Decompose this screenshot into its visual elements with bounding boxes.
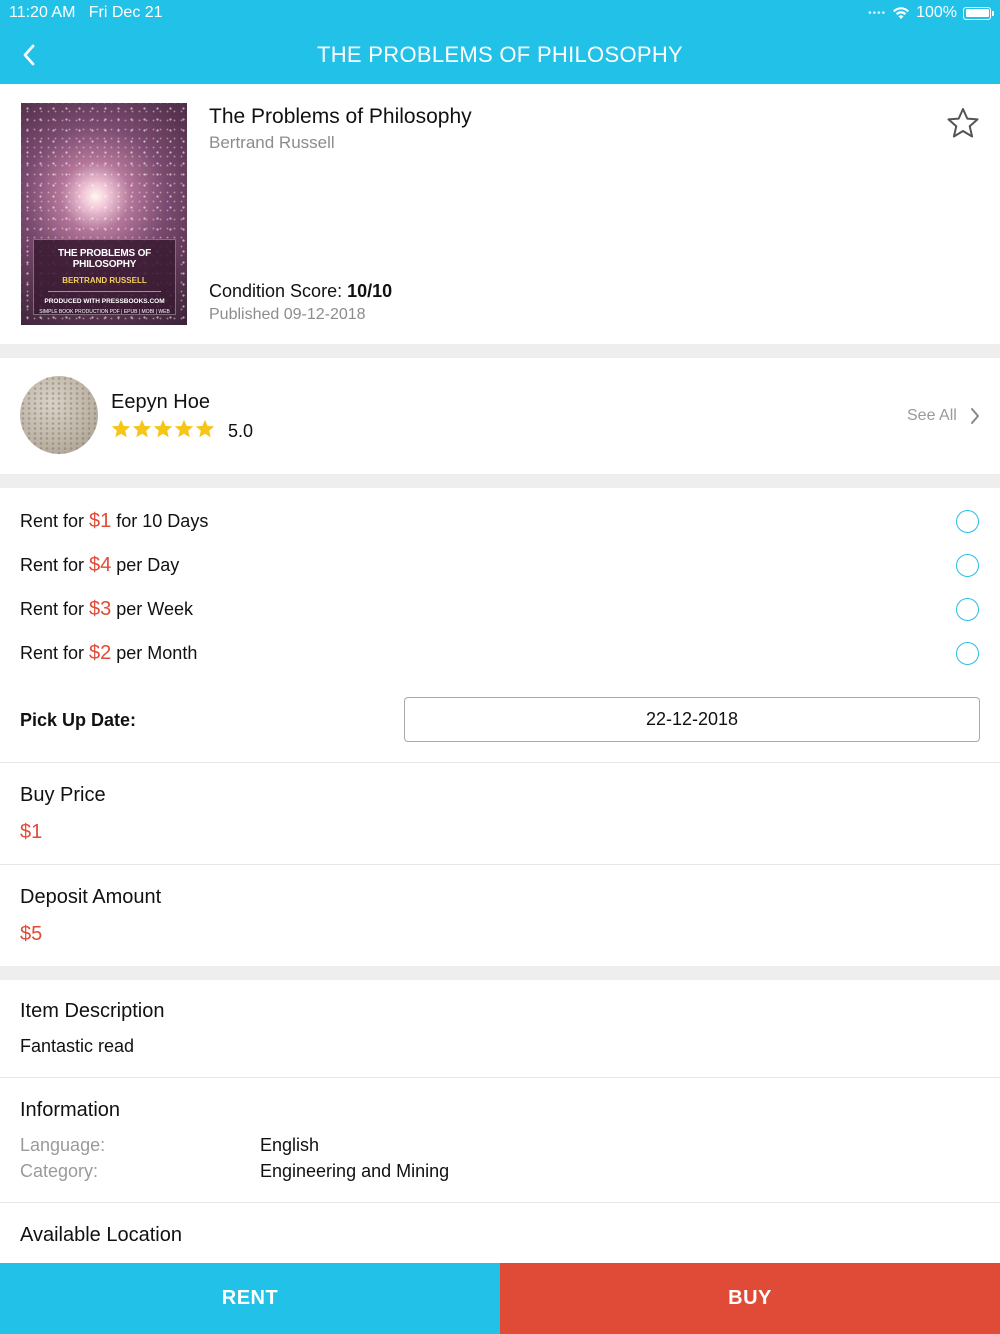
rent-suffix: per Month xyxy=(111,643,198,663)
rating-stars xyxy=(111,419,215,439)
status-time: 11:20 AM Fri Dec 21 xyxy=(9,4,163,22)
star-filled-icon xyxy=(153,419,173,438)
location-label: Available Location xyxy=(20,1224,182,1246)
pickup-date-field[interactable]: 22-12-2018 xyxy=(404,697,980,742)
pickup-date-label: Pick Up Date: xyxy=(20,710,137,730)
rent-price: $4 xyxy=(89,554,112,576)
category-label: Category: xyxy=(20,1161,99,1181)
rent-suffix: for 10 Days xyxy=(111,511,209,531)
cover-produced: PRODUCED WITH PRESSBOOKS.COM xyxy=(44,298,165,305)
rent-option-per-week[interactable]: Rent for $3 per Week xyxy=(0,588,1000,632)
rent-option-per-month[interactable]: Rent for $2 per Month xyxy=(0,632,1000,676)
condition-score: Condition Score: 10/10 xyxy=(209,281,392,302)
battery-icon xyxy=(963,6,994,20)
battery-fill xyxy=(965,9,989,17)
divider xyxy=(0,864,1000,865)
status-clock: 11:20 AM xyxy=(9,4,76,21)
radio-button[interactable] xyxy=(956,598,979,621)
buy-button[interactable]: BUY xyxy=(500,1263,1000,1334)
favorite-button[interactable] xyxy=(946,107,980,139)
cover-plate: THE PROBLEMS OF PHILOSOPHY BERTRAND RUSS… xyxy=(33,239,176,315)
section-gap xyxy=(0,344,1000,358)
buy-price-label: Buy Price xyxy=(20,784,106,806)
published-date: Published 09-12-2018 xyxy=(209,306,366,323)
star-filled-icon xyxy=(111,419,131,438)
action-bar: RENT BUY xyxy=(0,1263,1000,1334)
rent-prefix: Rent for xyxy=(20,511,90,531)
description-text: Fantastic read xyxy=(20,1036,135,1056)
star-filled-icon xyxy=(132,419,152,438)
rent-prefix: Rent for xyxy=(20,643,90,663)
condition-label: Condition Score: xyxy=(209,281,343,301)
star-filled-icon xyxy=(195,419,215,438)
star-filled-icon xyxy=(174,419,194,438)
radio-button[interactable] xyxy=(956,642,979,665)
rent-button[interactable]: RENT xyxy=(0,1263,500,1334)
star-outline-icon xyxy=(947,108,979,138)
cover-title: THE PROBLEMS OF PHILOSOPHY xyxy=(57,248,152,270)
rent-option-label: Rent for $2 per Month xyxy=(20,642,197,665)
deposit-value: $5 xyxy=(20,923,43,945)
language-label: Language: xyxy=(20,1135,106,1155)
cover-author: BERTRAND RUSSELL xyxy=(62,276,147,285)
section-gap xyxy=(0,474,1000,488)
rent-price: $1 xyxy=(89,510,112,532)
information-label: Information xyxy=(20,1099,121,1121)
rent-price: $2 xyxy=(89,642,112,664)
buy-price-value: $1 xyxy=(20,821,43,843)
rent-suffix: per Day xyxy=(111,555,180,575)
battery-percent: 100% xyxy=(916,4,957,21)
rent-option-label: Rent for $3 per Week xyxy=(20,598,193,621)
divider xyxy=(0,1202,1000,1203)
page-title: THE PROBLEMS OF PHILOSOPHY xyxy=(317,42,683,67)
deposit-label: Deposit Amount xyxy=(20,886,162,908)
rent-suffix: per Week xyxy=(111,599,193,619)
book-title: The Problems of Philosophy xyxy=(209,105,472,128)
status-bar: 11:20 AM Fri Dec 21 •••• 100% xyxy=(0,0,1000,26)
cover-divider xyxy=(48,291,161,292)
book-author: Bertrand Russell xyxy=(209,133,335,152)
condition-value: 10/10 xyxy=(347,281,393,301)
section-gap xyxy=(0,966,1000,980)
language-value: English xyxy=(260,1135,320,1155)
rent-option-label: Rent for $1 for 10 Days xyxy=(20,510,208,533)
signal-dots-icon: •••• xyxy=(868,7,887,19)
see-all-link[interactable]: See All xyxy=(907,407,957,425)
book-cover[interactable]: THE PROBLEMS OF PHILOSOPHY BERTRAND RUSS… xyxy=(21,103,187,325)
wifi-icon xyxy=(893,7,910,19)
category-value: Engineering and Mining xyxy=(260,1161,450,1181)
rating-value: 5.0 xyxy=(228,421,254,441)
status-date: Fri Dec 21 xyxy=(88,4,163,21)
description-label: Item Description xyxy=(20,1000,165,1022)
cover-formats: SIMPLE BOOK PRODUCTION PDF | EPUB | MOBI… xyxy=(39,309,170,315)
chevron-right-icon[interactable] xyxy=(968,406,982,426)
book-header: THE PROBLEMS OF PHILOSOPHY BERTRAND RUSS… xyxy=(0,84,1000,344)
radio-button[interactable] xyxy=(956,510,979,533)
seller-name: Eepyn Hoe xyxy=(111,391,210,413)
divider xyxy=(0,1077,1000,1078)
rent-option-10-days[interactable]: Rent for $1 for 10 Days xyxy=(0,500,1000,544)
rent-prefix: Rent for xyxy=(20,599,90,619)
avatar xyxy=(20,376,98,454)
rent-option-per-day[interactable]: Rent for $4 per Day xyxy=(0,544,1000,588)
seller-row[interactable]: Eepyn Hoe 5.0 See All xyxy=(0,358,1000,474)
divider xyxy=(0,762,1000,763)
radio-button[interactable] xyxy=(956,554,979,577)
rent-price: $3 xyxy=(89,598,112,620)
status-right: •••• 100% xyxy=(868,4,994,22)
rent-option-label: Rent for $4 per Day xyxy=(20,554,179,577)
avatar-texture xyxy=(20,376,98,454)
nav-bar: THE PROBLEMS OF PHILOSOPHY xyxy=(0,26,1000,84)
rent-prefix: Rent for xyxy=(20,555,90,575)
